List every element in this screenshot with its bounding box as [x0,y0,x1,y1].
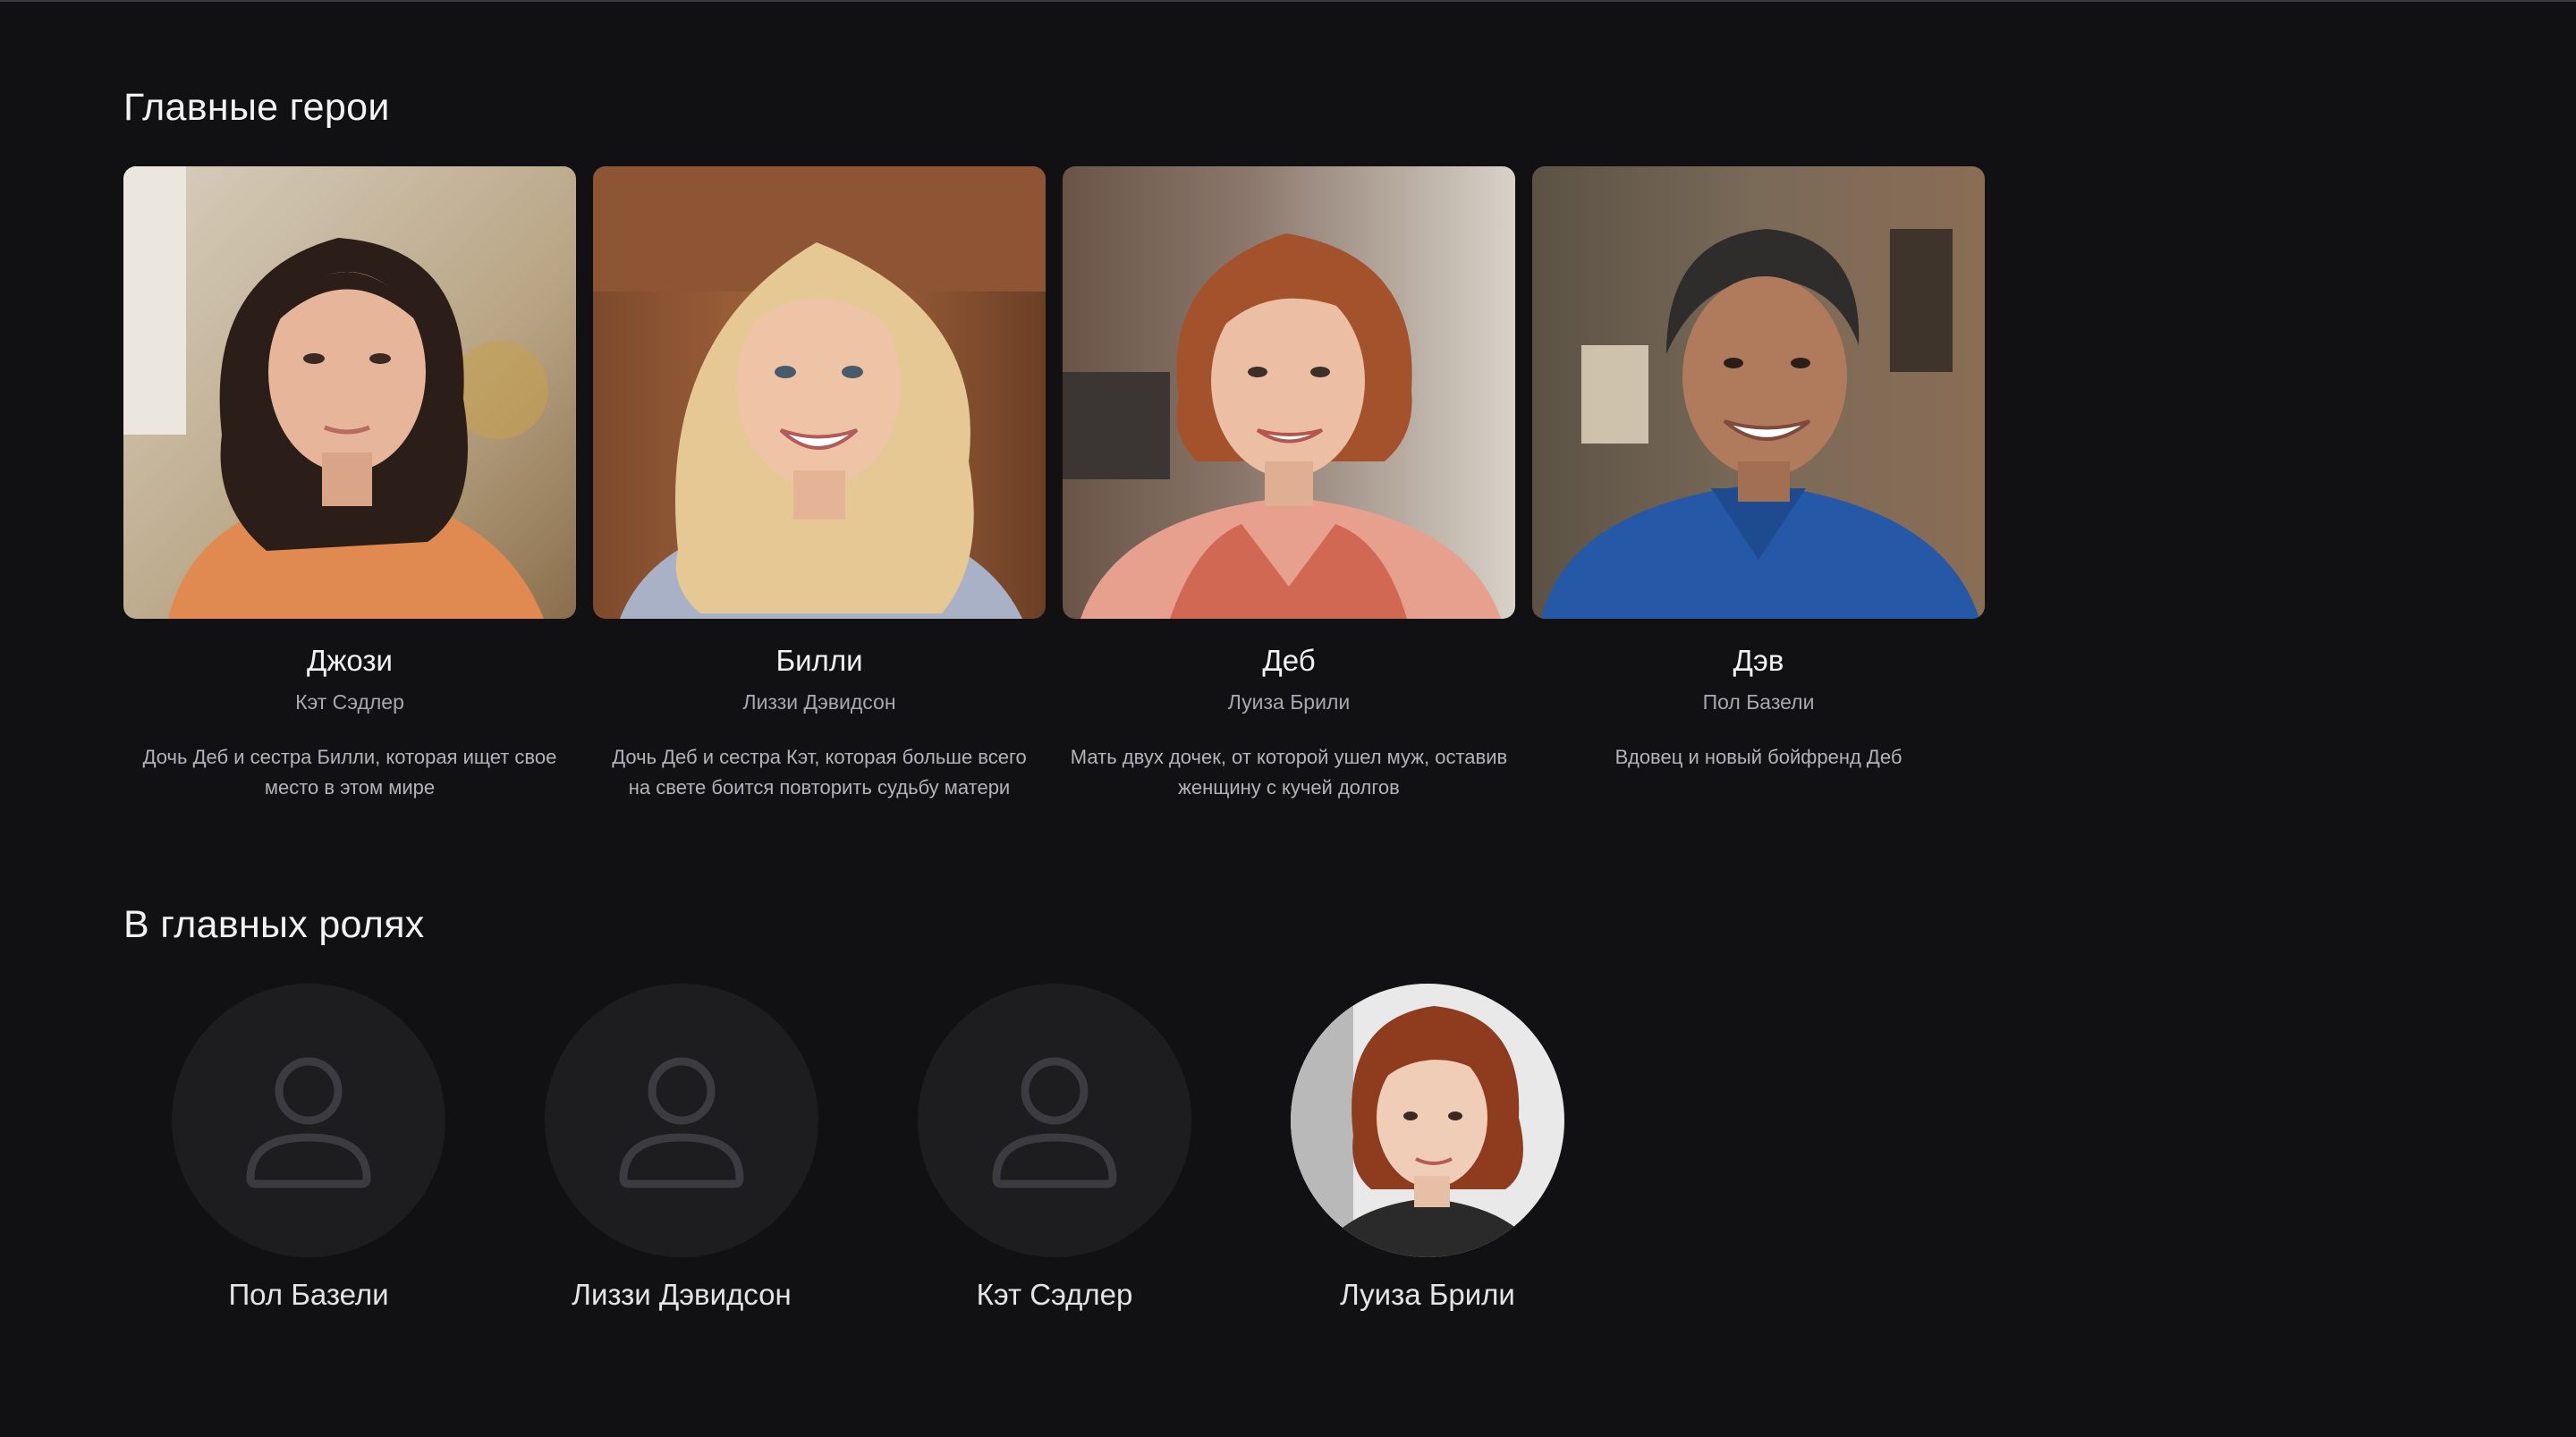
hero-description: Мать двух дочек, от которой ушел муж, ос… [1070,746,1508,799]
user-placeholder-icon[interactable] [172,984,445,1257]
hero-actor: Лиззи Дэвидсон [742,690,896,714]
hero-card-billie[interactable]: Билли Лиззи Дэвидсон Дочь Деб и сестра К… [593,166,1046,803]
cast-name[interactable]: Лиззи Дэвидсон [521,1275,843,1314]
cast-name[interactable]: Пол Базели [148,1275,470,1314]
cast-item-louisa-brealey[interactable]: Луиза Брили [1267,984,1589,1314]
hero-description: Дочь Деб и сестра Билли, которая ищет св… [142,746,557,799]
hero-actor: Пол Базели [1702,690,1815,714]
top-divider [0,0,2576,2]
user-placeholder-icon[interactable] [918,984,1191,1257]
cast-name[interactable]: Кэт Сэдлер [894,1275,1216,1314]
section-title-starring: В главных ролях [123,903,425,946]
hero-card-dev[interactable]: Дэв Пол Базели Вдовец и новый бойфренд Д… [1532,166,1985,773]
hero-actor: Луиза Брили [1227,690,1351,714]
hero-description: Вдовец и новый бойфренд Деб [1614,746,1902,768]
hero-name: Деб [1262,644,1316,677]
cast-photo-avatar[interactable] [1291,984,1564,1257]
cast-item-lizzie-davidson[interactable]: Лиззи Дэвидсон [521,984,843,1314]
cast-name[interactable]: Луиза Брили [1267,1275,1589,1314]
hero-name: Джози [307,644,393,677]
section-title-main-characters: Главные герои [123,86,390,129]
hero-photo[interactable] [593,166,1046,619]
hero-card-josie[interactable]: Джози Кэт Сэдлер Дочь Деб и сестра Билли… [123,166,576,803]
cast-item-paul-bazely[interactable]: Пол Базели [148,984,470,1314]
cast-item-kat-sadler[interactable]: Кэт Сэдлер [894,984,1216,1314]
hero-name: Билли [775,644,863,677]
user-placeholder-icon[interactable] [545,984,818,1257]
hero-photo[interactable] [1063,166,1515,619]
hero-name: Дэв [1733,644,1784,677]
hero-photo[interactable] [1532,166,1985,619]
hero-photo[interactable] [123,166,576,619]
hero-description: Дочь Деб и сестра Кэт, которая больше вс… [612,746,1027,799]
hero-actor: Кэт Сэдлер [295,690,404,714]
hero-card-deb[interactable]: Деб Луиза Брили Мать двух дочек, от кото… [1063,166,1515,803]
